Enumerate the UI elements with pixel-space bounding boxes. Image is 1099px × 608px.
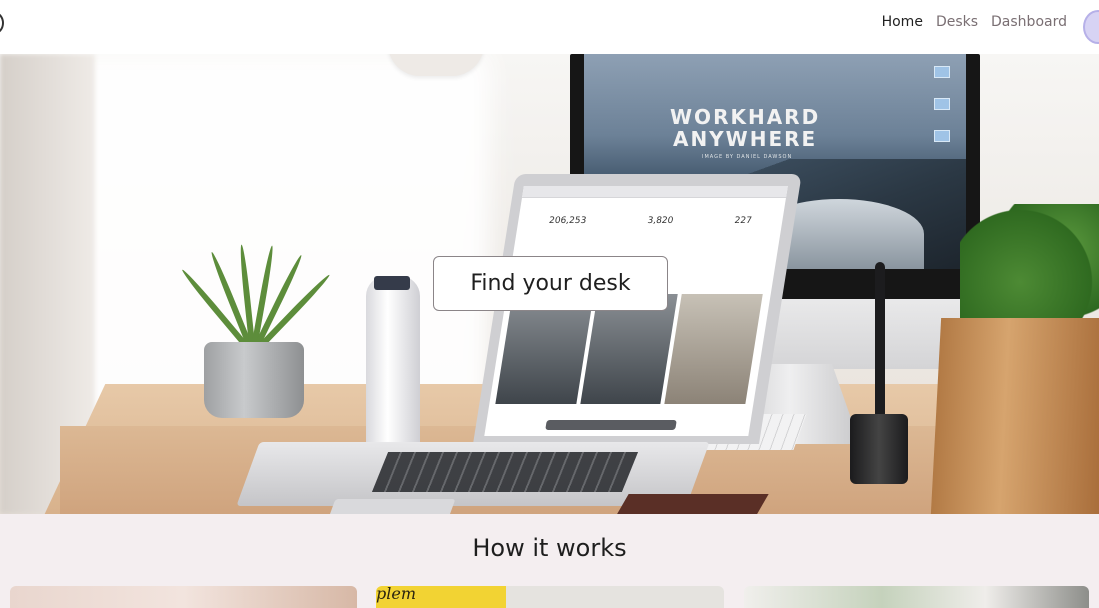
logo-icon[interactable]: [0, 12, 4, 34]
laptop-photo: [664, 294, 763, 404]
main-nav: Home Desks Dashboard: [882, 14, 1067, 30]
laptop-trackpad: [324, 499, 456, 514]
hero-banner: WORKHARD ANYWHERE IMAGE BY DANIEL DAWSON…: [0, 54, 1099, 514]
browser-bar: [521, 186, 788, 198]
laptop-screen: 206,253 3,820 227: [484, 186, 788, 436]
wooden-planter: [930, 318, 1099, 514]
how-it-works-cards: plem: [10, 586, 1099, 608]
bush-plant: [960, 204, 1099, 334]
laptop-stat: 206,253: [548, 216, 587, 226]
how-it-works-heading: How it works: [472, 534, 627, 562]
water-bottle: [366, 276, 420, 452]
wallpaper-subtitle: IMAGE BY DANIEL DAWSON: [702, 154, 793, 160]
laptop-dock: [545, 420, 677, 430]
desk-mat: [611, 494, 769, 514]
aloe-plant: [179, 234, 332, 357]
step-card-2[interactable]: plem: [376, 586, 724, 608]
folder-icon: [934, 98, 950, 110]
plant-pot: [204, 342, 304, 418]
nav-desks-link[interactable]: Desks: [936, 14, 978, 30]
nav-home-link[interactable]: Home: [882, 14, 923, 30]
card-2-note-text: plem: [376, 586, 416, 603]
user-avatar[interactable]: [1083, 10, 1099, 44]
laptop-keyboard: [371, 452, 639, 492]
laptop-stat: 227: [733, 216, 753, 226]
folder-icon: [934, 130, 950, 142]
step-card-1[interactable]: [10, 586, 357, 608]
laptop-stat: 3,820: [646, 216, 674, 226]
wallpaper-title: WORKHARD ANYWHERE: [670, 106, 820, 150]
step-card-3[interactable]: [744, 586, 1089, 608]
bottle-cap: [374, 276, 410, 290]
laptop-stats: 206,253 3,820 227: [518, 198, 786, 226]
nav-dashboard-link[interactable]: Dashboard: [991, 14, 1067, 30]
wallpaper-title-line1: WORKHARD: [670, 105, 821, 129]
pen-holder: [850, 414, 908, 484]
top-nav-bar: Home Desks Dashboard: [0, 0, 1099, 54]
wallpaper-title-line2: ANYWHERE: [672, 127, 818, 151]
folder-icon: [934, 66, 950, 78]
find-desk-button[interactable]: Find your desk: [433, 256, 668, 311]
stylus-pen: [875, 262, 885, 422]
